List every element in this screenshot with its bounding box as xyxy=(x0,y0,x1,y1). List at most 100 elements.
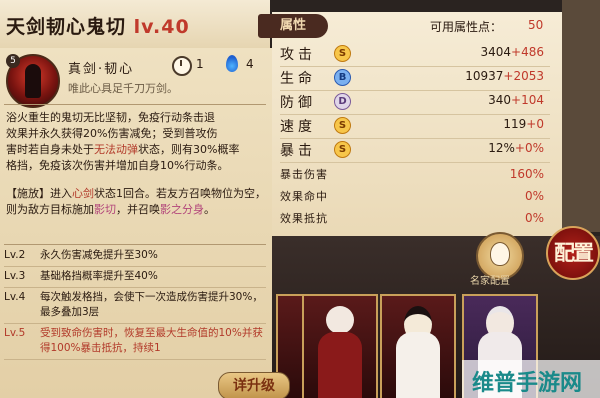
skill-number-badge: 5 xyxy=(6,54,20,68)
desc-keyword[interactable]: 心剑 xyxy=(72,187,94,200)
divider xyxy=(280,90,550,91)
stat-row-speed: 速度 S 119+0 xyxy=(280,116,550,136)
skill-panel: 5 真剑·韧心 唯此心具足千刀万剑。 1 4 浴火重生的鬼切无比坚韧，免疫行动条… xyxy=(0,48,275,398)
level-label: Lv.3 xyxy=(4,270,26,282)
stat-bonus: +0 xyxy=(526,117,544,131)
stat-value: 10937+2053 xyxy=(465,69,544,83)
preset-config-label[interactable]: 名家配置 xyxy=(470,272,510,287)
character-title: 天剑韧心鬼切 lv.40 xyxy=(6,12,190,39)
desc-text: 格挡，免疫该次伤害并增加自身10%行动条。 xyxy=(6,159,229,172)
divider xyxy=(280,138,550,139)
stat-row-attack: 攻击 S 3404+486 xyxy=(280,44,550,64)
desc-text: 【施放】进入 xyxy=(6,187,72,200)
stat-name: 效果命中 xyxy=(280,190,328,203)
desc-text: 状态，则有30%概率 xyxy=(138,143,240,156)
grade-d-icon: D xyxy=(334,93,351,110)
character-name: 天剑韧心鬼切 xyxy=(6,16,127,38)
grade-b-icon: B xyxy=(334,69,351,86)
cooldown-value: 1 xyxy=(196,57,204,71)
skill-name: 真剑·韧心 xyxy=(68,62,135,77)
stat-base: 119 xyxy=(503,117,527,131)
character-silhouette-icon xyxy=(25,64,41,98)
skill-portrait[interactable]: 5 xyxy=(6,54,60,108)
stat-row-crit: 暴击 S 12%+0% xyxy=(280,140,550,160)
points-value: 50 xyxy=(528,18,544,32)
desc-keyword[interactable]: 无法动弹 xyxy=(94,143,138,156)
level-label: Lv.4 xyxy=(4,291,26,303)
stat-value: 0% xyxy=(524,211,544,225)
level-text: 基础格挡概率提升至40% xyxy=(40,270,158,282)
shikigami-card[interactable] xyxy=(380,294,456,398)
character-body-icon xyxy=(318,332,362,398)
skill-cast-description: 【施放】进入心剑状态1回合。若友方召唤物位为空，则为敌方目标施加影切，并召唤影之… xyxy=(6,186,268,218)
stat-name: 防御 xyxy=(280,95,316,111)
grade-s-icon: S xyxy=(334,45,351,62)
skill-subtitle: 唯此心具足千刀万剑。 xyxy=(68,82,178,95)
divider xyxy=(4,104,266,105)
stat-value: 12%+0% xyxy=(488,141,544,155)
divider xyxy=(280,114,550,115)
watermark: 维普手游网 xyxy=(462,360,600,398)
grade-s-icon: S xyxy=(334,141,351,158)
skill-level-row: Lv.2 永久伤害减免提升至30% xyxy=(4,246,266,267)
skill-level-row: Lv.4 每次触发格挡，会使下一次造成伤害提升30%，最多叠加3层 xyxy=(4,288,266,324)
desc-keyword[interactable]: 影之分身 xyxy=(160,203,204,216)
stat-value: 340+104 xyxy=(488,93,544,107)
stat-base: 3404 xyxy=(480,45,512,59)
clock-icon xyxy=(172,56,192,76)
desc-text: 害时若自身未处于 xyxy=(6,143,94,156)
stat-base: 12% xyxy=(488,141,515,155)
character-body-icon xyxy=(396,332,440,398)
cost-value: 4 xyxy=(246,57,254,71)
level-text: 每次触发格挡，会使下一次造成伤害提升30%，最多叠加3层 xyxy=(40,291,263,318)
panel-edge xyxy=(562,0,600,232)
character-level: 40 xyxy=(161,16,190,38)
skill-level-list: Lv.2 永久伤害减免提升至30% Lv.3 基础格挡概率提升至40% Lv.4… xyxy=(4,246,266,360)
stat-name: 效果抵抗 xyxy=(280,212,328,225)
stat-base: 10937 xyxy=(465,69,504,83)
stat-row-hp: 生命 B 10937+2053 xyxy=(280,68,550,88)
stat-value: 119+0 xyxy=(503,117,544,131)
grade-s-icon: S xyxy=(334,117,351,134)
desc-keyword[interactable]: 影切 xyxy=(94,203,116,216)
stat-bonus: +104 xyxy=(511,93,544,107)
stat-bonus: +2053 xyxy=(503,69,544,83)
stat-bonus: +0% xyxy=(514,141,544,155)
divider xyxy=(4,244,266,245)
stat-name: 攻击 xyxy=(280,47,316,63)
config-button[interactable]: 配置 xyxy=(546,226,600,280)
stat-name: 速度 xyxy=(280,119,316,135)
upgrade-button[interactable]: 详升级 xyxy=(218,372,290,398)
game-screen: 天剑韧心鬼切 lv.40 5 真剑·韧心 唯此心具足千刀万剑。 1 4 浴火重生… xyxy=(0,0,600,398)
skill-level-row: Lv.5 受到致命伤害时，恢复至最大生命值的10%并获得100%暴击抵抗，持续1 xyxy=(4,324,266,360)
soul-fire-icon xyxy=(226,55,238,72)
skill-level-row: Lv.3 基础格挡概率提升至40% xyxy=(4,267,266,288)
character-level-prefix: lv. xyxy=(133,16,162,38)
stat-name: 生命 xyxy=(280,71,316,87)
stat-value: 160% xyxy=(509,167,544,181)
level-label: Lv.2 xyxy=(4,249,26,261)
desc-text: 效果并永久获得20%伤害减免；受到普攻伤 xyxy=(6,127,218,140)
divider xyxy=(280,66,550,67)
stat-bonus: +486 xyxy=(511,45,544,59)
level-label: Lv.5 xyxy=(4,327,26,339)
stat-row-effect-resist: 效果抵抗 0% xyxy=(280,210,550,230)
watermark-text: 维普手游网 xyxy=(472,371,583,396)
desc-text: ，并召唤 xyxy=(116,203,160,216)
character-title-bar: 天剑韧心鬼切 lv.40 xyxy=(0,0,270,50)
desc-text: 浴火重生的鬼切无比坚韧，免疫行动条击退 xyxy=(6,111,215,124)
stat-value: 0% xyxy=(524,189,544,203)
stat-row-defense: 防御 D 340+104 xyxy=(280,92,550,112)
divider xyxy=(280,162,550,163)
tab-attributes[interactable]: 属性 xyxy=(258,14,328,38)
level-text: 受到致命伤害时，恢复至最大生命值的10%并获得100%暴击抵抗，持续1 xyxy=(40,327,263,354)
points-label: 可用属性点： xyxy=(430,20,503,34)
desc-text: 。 xyxy=(204,203,215,216)
stat-name: 暴击 xyxy=(280,143,316,159)
shikigami-card[interactable] xyxy=(302,294,378,398)
stat-name: 暴击伤害 xyxy=(280,168,328,181)
desc-text: 状态1回合。若友方召唤 xyxy=(94,187,211,200)
character-head-icon xyxy=(326,306,354,334)
stat-base: 340 xyxy=(488,93,512,107)
stat-row-crit-damage: 暴击伤害 160% xyxy=(280,166,550,186)
